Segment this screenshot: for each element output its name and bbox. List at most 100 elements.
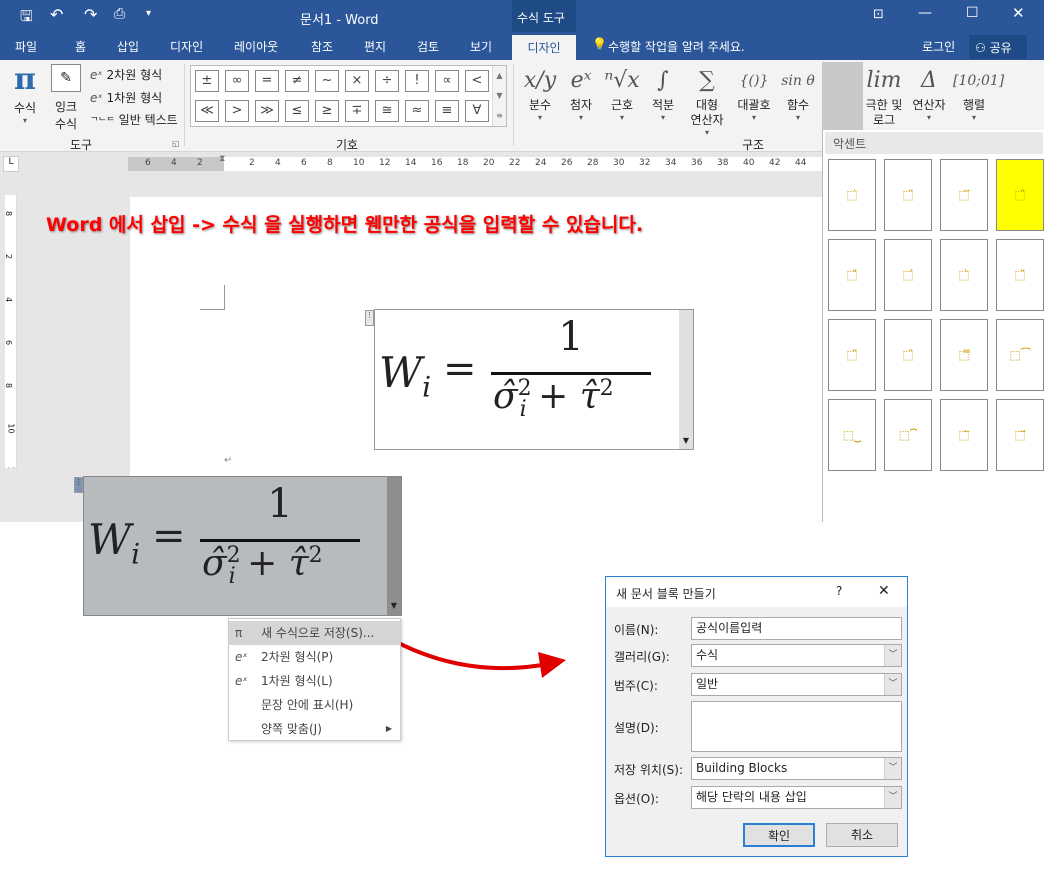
accent-option[interactable]: ⬚⃛	[940, 159, 988, 231]
cancel-button[interactable]: 취소	[826, 823, 898, 847]
accent-option[interactable]: ⬚⃖	[940, 399, 988, 471]
accent-option[interactable]: ⬚̄	[884, 319, 932, 391]
share-button[interactable]: ⚇ 공유	[969, 35, 1027, 59]
name-field[interactable]: 공식이름입력	[691, 617, 902, 640]
minimize-icon[interactable]: —	[918, 5, 932, 21]
equation-options-button[interactable]: ▼	[679, 310, 693, 449]
symbol-button[interactable]: ~	[315, 70, 339, 92]
tab-file[interactable]: 파일	[15, 38, 37, 55]
indent-marker-icon[interactable]: ⧗	[219, 154, 225, 164]
structure-button-0[interactable]: x/y 분수 ▾	[519, 64, 561, 122]
symbol-button[interactable]: ≥	[315, 100, 339, 122]
symbol-button[interactable]: ±	[195, 70, 219, 92]
tab-design[interactable]: 디자인	[170, 38, 203, 55]
accent-option[interactable]: ⬚⃗	[996, 399, 1044, 471]
equation-box-selected[interactable]: Wi = 1 σ̂2i + τ̂2 ▼ ⋮	[74, 476, 402, 616]
structure-button-9[interactable]: Δ 연산자 ▾	[908, 64, 950, 122]
equation-handle-icon[interactable]: ⋮	[74, 477, 83, 493]
symbol-button[interactable]: ∝	[435, 70, 459, 92]
symbol-button[interactable]: ∓	[345, 100, 369, 122]
options-select[interactable]: 해당 단락의 내용 삽입 ﹀	[691, 786, 902, 809]
ink-equation-button[interactable]: ✎ 잉크 수식	[48, 64, 84, 132]
equation-options-button[interactable]: ▼	[387, 477, 401, 615]
accent-option[interactable]: ⬚⏟	[828, 399, 876, 471]
description-field[interactable]	[691, 701, 902, 752]
professional-button[interactable]: eˣ 2차원 형식	[90, 66, 162, 83]
chevron-down-icon[interactable]: ﹀	[884, 758, 901, 779]
customize-icon[interactable]: ▾	[146, 8, 151, 19]
tab-references[interactable]: 참조	[311, 38, 333, 55]
accent-option[interactable]: ⬚⁀	[996, 319, 1044, 391]
symbol-button[interactable]: ×	[345, 70, 369, 92]
accent-option[interactable]: ⬚̌	[828, 239, 876, 311]
accent-option[interactable]: ⬚̀	[940, 239, 988, 311]
menu-item-professional[interactable]: eˣ 2차원 형식(P)	[229, 645, 400, 669]
tell-me-input[interactable]: 수행할 작업을 알려 주세요.	[608, 38, 745, 55]
structure-button-3[interactable]: ∫ 적분 ▾	[642, 64, 684, 122]
horizontal-ruler[interactable]: L 6 4 2 2 4 6 8 10 12 14 16 18 20 22 24 26 28 30 32 34 36 38 4…	[0, 152, 822, 175]
save-icon[interactable]: 🖫	[20, 6, 33, 31]
menu-item-linear[interactable]: eˣ 1차원 형식(L)	[229, 669, 400, 693]
equation-button[interactable]: π 수식 ▾	[10, 64, 40, 126]
symbol-button[interactable]: ≠	[285, 70, 309, 92]
equation-box[interactable]: Wi = 1 σ̂2i + τ̂2 ▼ ⋮	[365, 309, 694, 450]
symbol-button[interactable]: !	[405, 70, 429, 92]
accent-option[interactable]: ⬚́	[884, 239, 932, 311]
menu-item-justification[interactable]: 양쪽 맞춤(J) ▶	[229, 717, 400, 741]
chevron-down-icon[interactable]: ﹀	[884, 645, 901, 666]
linear-button[interactable]: eˣ 1차원 형식	[90, 89, 162, 106]
redo-icon[interactable]: ↷	[84, 5, 97, 24]
login-link[interactable]: 로그인	[922, 38, 955, 55]
normal-text-button[interactable]: ᄀᄂᄃ 일반 텍스트	[90, 111, 178, 128]
chevron-down-icon[interactable]: ﹀	[884, 674, 901, 695]
close-icon[interactable]: ✕	[1012, 4, 1025, 22]
symbol-button[interactable]: ≤	[285, 100, 309, 122]
tab-mailings[interactable]: 편지	[364, 38, 386, 55]
close-button[interactable]: ✕	[878, 583, 890, 599]
dialog-launcher-icon[interactable]: ◱	[172, 139, 180, 148]
symbol-button[interactable]: <	[465, 70, 489, 92]
menu-item-change-to-inline[interactable]: 문장 안에 표시(H)	[229, 693, 400, 717]
structure-button-8[interactable]: lim극한 및로그▾	[863, 64, 905, 137]
category-select[interactable]: 일반 ﹀	[691, 673, 902, 696]
structure-button-4[interactable]: ∑ 대형 연산자 ▾	[686, 64, 728, 137]
symbol-button[interactable]: ∞	[225, 70, 249, 92]
structure-button-10[interactable]: [10;01] 행렬 ▾	[953, 64, 1004, 122]
undo-icon[interactable]: ↶	[50, 5, 63, 24]
accent-option[interactable]: ⬚̃	[828, 319, 876, 391]
help-button[interactable]: ?	[836, 584, 842, 598]
gallery-select[interactable]: 수식 ﹀	[691, 644, 902, 667]
accent-option[interactable]: ⬚̿	[940, 319, 988, 391]
structure-button-6[interactable]: sin θ 함수 ▾	[777, 64, 819, 122]
tab-stop-selector[interactable]: L	[3, 156, 19, 172]
accent-option[interactable]: ⬚̈	[884, 159, 932, 231]
save-location-select[interactable]: Building Blocks ﹀	[691, 757, 902, 780]
tab-insert[interactable]: 삽입	[117, 38, 139, 55]
print-preview-icon[interactable]: ⎙	[114, 6, 125, 22]
accent-option[interactable]: ⬚̂	[996, 159, 1044, 231]
structure-button-1[interactable]: eˣ 첨자 ▾	[560, 64, 602, 122]
accent-option[interactable]: ⬚⏞	[884, 399, 932, 471]
ok-button[interactable]: 확인	[743, 823, 815, 847]
structure-button-2[interactable]: ⁿ√x 근호 ▾	[601, 64, 643, 122]
symbol-button[interactable]: ≪	[195, 100, 219, 122]
gallery-scrollbar[interactable]: ▲ ▼ ≡	[492, 66, 506, 126]
symbol-button[interactable]: ≈	[405, 100, 429, 122]
maximize-icon[interactable]: ☐	[966, 5, 979, 21]
chevron-down-icon[interactable]: ﹀	[884, 787, 901, 808]
tab-layout[interactable]: 레이아웃	[234, 38, 278, 55]
tab-review[interactable]: 검토	[417, 38, 439, 55]
tab-home[interactable]: 홈	[75, 38, 86, 55]
symbol-button[interactable]: >	[225, 100, 249, 122]
ribbon-display-icon[interactable]: ⊡	[873, 7, 884, 22]
tab-view[interactable]: 보기	[470, 38, 492, 55]
symbol-button[interactable]: ≡	[435, 100, 459, 122]
symbol-button[interactable]: ≅	[375, 100, 399, 122]
menu-item-save-as-new-equation[interactable]: π새 수식으로 저장(S)...	[229, 621, 400, 645]
symbol-button[interactable]: ≫	[255, 100, 279, 122]
accent-option[interactable]: ⬚̇	[828, 159, 876, 231]
symbol-button[interactable]: =	[255, 70, 279, 92]
equation-handle-icon[interactable]: ⋮	[365, 310, 374, 326]
symbol-button[interactable]: ∀	[465, 100, 489, 122]
tab-equation-design[interactable]: 디자인	[512, 35, 576, 60]
